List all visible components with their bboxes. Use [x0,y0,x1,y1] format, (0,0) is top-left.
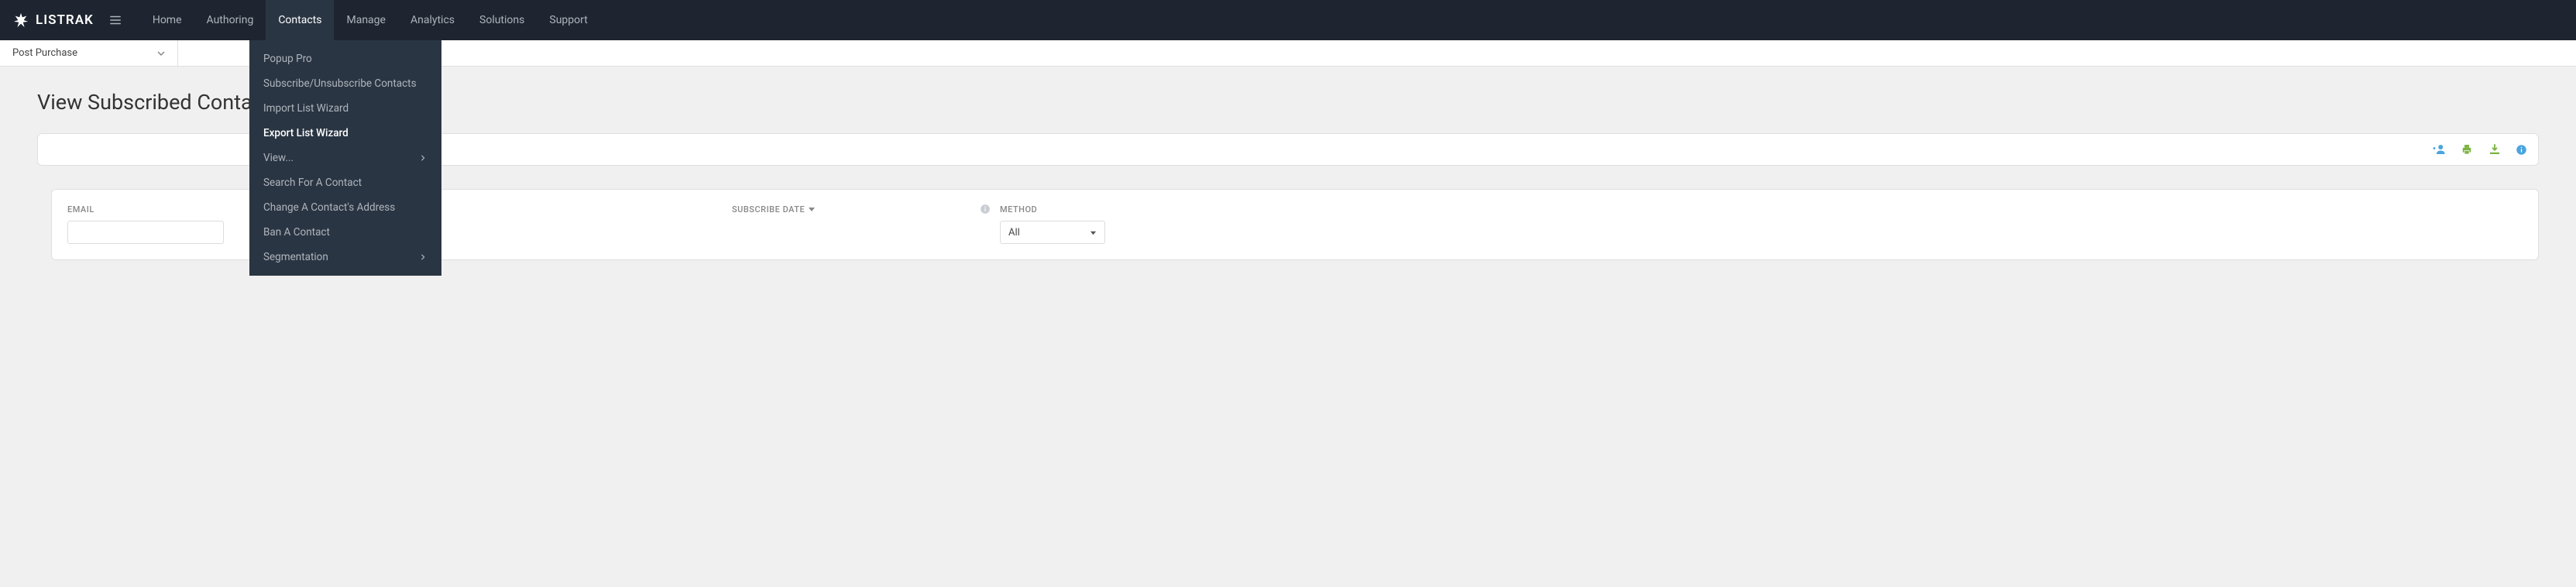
brand-name: LISTRAK [36,12,94,28]
caret-down-icon [1090,229,1097,236]
nav-contacts[interactable]: Contacts [266,0,334,40]
dropdown-export-list-wizard[interactable]: Export List Wizard [249,121,441,146]
dropdown-import-list-wizard[interactable]: Import List Wizard [249,96,441,121]
dropdown-ban-contact[interactable]: Ban A Contact [249,220,441,245]
nav-analytics[interactable]: Analytics [398,0,467,40]
column-header-subscribe-date[interactable]: SUBSCRIBE DATE [732,197,1000,221]
menu-toggle[interactable] [106,11,125,29]
nav-authoring[interactable]: Authoring [194,0,266,40]
contacts-dropdown: Popup Pro Subscribe/Unsubscribe Contacts… [249,40,441,276]
method-filter-select[interactable]: All [1000,221,1105,244]
download-icon[interactable] [2488,142,2502,156]
info-icon[interactable] [2516,144,2527,156]
add-contact-icon[interactable] [2432,142,2446,156]
dropdown-search-contact[interactable]: Search For A Contact [249,170,441,195]
nav-manage[interactable]: Manage [334,0,397,40]
nav-home[interactable]: Home [140,0,194,40]
nav-items: Home Authoring Contacts Manage Analytics… [140,0,600,40]
chevron-down-icon [157,50,165,57]
chevron-right-icon [420,155,426,161]
listrak-logo-icon [12,12,29,29]
list-selector[interactable]: Post Purchase [0,40,178,67]
chevron-right-icon [420,254,426,260]
nav-solutions[interactable]: Solutions [467,0,537,40]
dropdown-segmentation[interactable]: Segmentation [249,245,441,269]
tooltip-icon[interactable] [980,204,991,215]
brand-logo[interactable]: LISTRAK [12,12,94,29]
column-header-method[interactable]: METHOD [1000,197,2523,221]
top-nav: LISTRAK Home Authoring Contacts Manage A… [0,0,2576,40]
dropdown-change-address[interactable]: Change A Contact's Address [249,195,441,220]
list-selector-label: Post Purchase [12,47,77,59]
email-filter-input[interactable] [67,221,224,244]
dropdown-popup-pro[interactable]: Popup Pro [249,46,441,71]
dropdown-view[interactable]: View... [249,146,441,170]
print-icon[interactable] [2460,142,2474,156]
sort-desc-icon [808,205,816,213]
nav-support[interactable]: Support [537,0,599,40]
dropdown-subscribe-unsubscribe[interactable]: Subscribe/Unsubscribe Contacts [249,71,441,96]
hamburger-icon [108,13,122,27]
